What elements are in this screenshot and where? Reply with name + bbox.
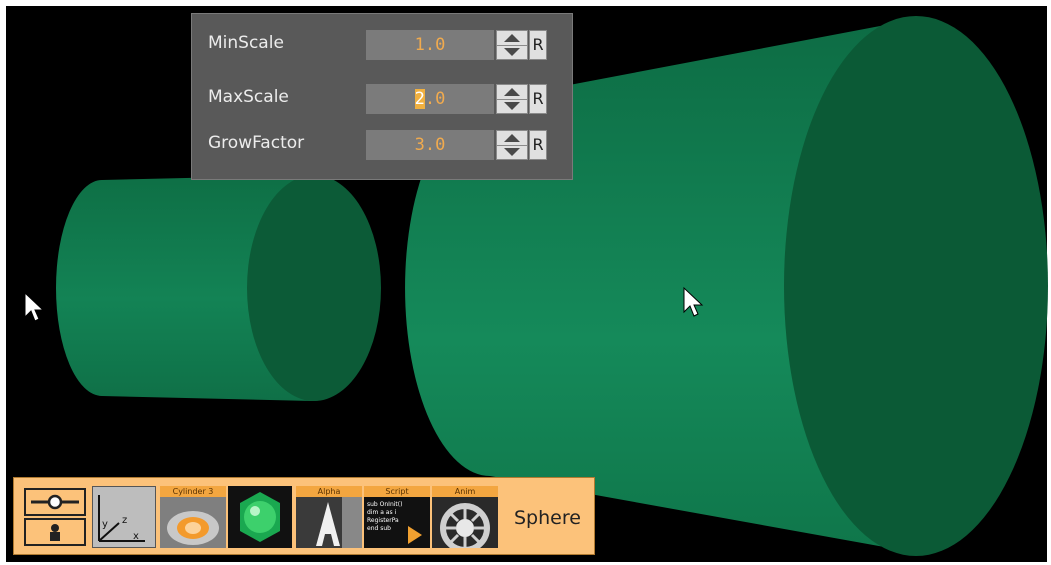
param-value: 1.0 [414, 35, 446, 55]
script-icon [408, 526, 422, 544]
spin-up-icon[interactable] [497, 31, 527, 46]
alpha-tile[interactable]: Alpha [296, 486, 362, 548]
reset-button[interactable]: R [529, 84, 547, 114]
container-name[interactable]: Sphere [514, 507, 581, 529]
param-row-minscale: MinScale 1.0 R [192, 26, 572, 62]
group-container-icon[interactable] [23, 486, 90, 548]
container-plugin-toolbar: y z x Cylinder 3 Alpha Script sub OnInit… [13, 477, 595, 555]
small-cylinder[interactable] [56, 175, 381, 401]
minscale-spinner[interactable] [496, 30, 528, 60]
param-label: MaxScale [208, 87, 289, 107]
maxscale-input[interactable]: 2.0 [366, 84, 494, 114]
alpha-icon [296, 497, 362, 548]
anim-tile[interactable]: Anim [432, 486, 498, 548]
spin-down-icon[interactable] [497, 99, 527, 113]
growfactor-input[interactable]: 3.0 [366, 130, 494, 160]
param-value: 3.0 [414, 135, 446, 155]
minscale-input[interactable]: 1.0 [366, 30, 494, 60]
spin-down-icon[interactable] [497, 145, 527, 159]
cylinder-geometry-icon [160, 497, 226, 548]
axis-label-z: z [122, 515, 127, 526]
growfactor-spinner[interactable] [496, 130, 528, 160]
material-sphere-icon[interactable] [228, 486, 292, 548]
cylinder-geometry-tile[interactable]: Cylinder 3 [160, 486, 226, 548]
reset-button[interactable]: R [529, 130, 547, 160]
param-row-growfactor: GrowFactor 3.0 R [192, 126, 572, 162]
3d-viewport[interactable]: MinScale 1.0 R MaxScale 2.0 R GrowFactor… [0, 0, 1051, 565]
spin-down-icon[interactable] [497, 45, 527, 59]
spin-up-icon[interactable] [497, 85, 527, 100]
param-row-maxscale: MaxScale 2.0 R [192, 80, 572, 116]
param-label: MinScale [208, 33, 284, 53]
parameter-panel: MinScale 1.0 R MaxScale 2.0 R GrowFactor… [191, 13, 573, 180]
spin-up-icon[interactable] [497, 131, 527, 146]
param-label: GrowFactor [208, 133, 305, 153]
axis-label-y: y [102, 519, 108, 530]
script-tile[interactable]: Script sub OnInit() dim a as i RegisterP… [364, 486, 430, 548]
param-value: 2.0 [414, 89, 446, 109]
maxscale-spinner[interactable] [496, 84, 528, 114]
axis-label-x: x [133, 531, 139, 542]
anim-wheel-icon [440, 503, 490, 548]
reset-button[interactable]: R [529, 30, 547, 60]
transform-axes-icon[interactable]: y z x [92, 486, 156, 548]
